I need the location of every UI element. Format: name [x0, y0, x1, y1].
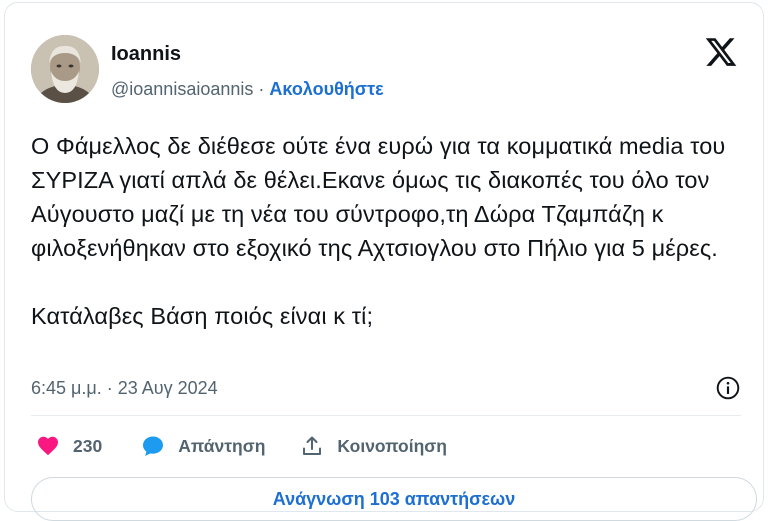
share-button[interactable]: Κοινοποίηση: [299, 433, 447, 459]
read-replies-button[interactable]: Ανάγνωση 103 απαντήσεων: [31, 477, 757, 521]
likes-count: 230: [73, 435, 103, 456]
reply-label: Απάντηση: [178, 435, 266, 456]
author-name[interactable]: Ioannis: [111, 43, 181, 66]
share-icon: [299, 433, 325, 459]
like-button[interactable]: 230: [35, 433, 102, 459]
follow-button[interactable]: Ακολουθήστε: [269, 79, 383, 99]
share-label: Κοινοποίηση: [337, 435, 447, 456]
divider: [31, 415, 741, 416]
avatar[interactable]: [31, 35, 99, 103]
reply-button[interactable]: Απάντηση: [140, 433, 265, 459]
author-handle[interactable]: @ioannisaioannis: [111, 79, 253, 99]
x-logo-icon[interactable]: [703, 35, 739, 69]
tweet-text: Ο Φάμελλος δε διέθεσε ούτε ένα ευρώ για …: [31, 133, 726, 329]
heart-icon: [35, 433, 61, 459]
action-bar: 230 Απάντηση Κοινοποίηση: [35, 431, 447, 461]
info-icon[interactable]: [715, 375, 741, 401]
tweet-timestamp[interactable]: 6:45 μ.μ. · 23 Αυγ 2024: [31, 378, 218, 399]
tweet-card: Ioannis @ioannisaioannis · Ακολουθήστε Ο…: [4, 2, 764, 521]
speech-bubble-icon: [140, 433, 166, 459]
meta-separator: ·: [253, 79, 270, 99]
avatar-portrait-icon: [31, 35, 99, 103]
read-replies-label: Ανάγνωση 103 απαντήσεων: [272, 488, 516, 509]
author-meta: @ioannisaioannis · Ακολουθήστε: [111, 79, 384, 100]
